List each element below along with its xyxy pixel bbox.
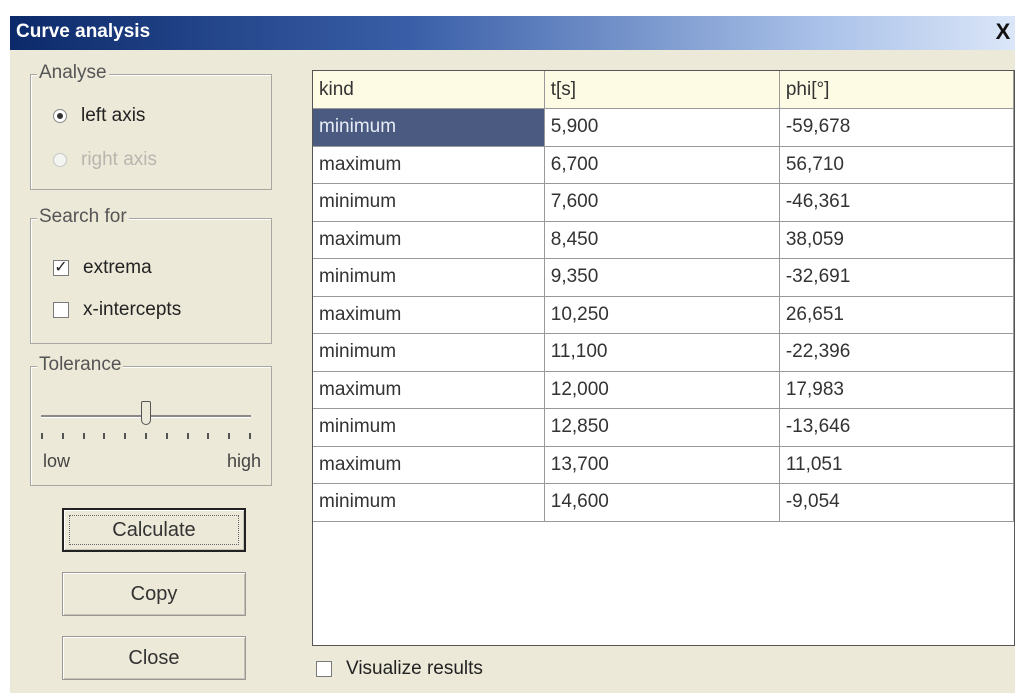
table-cell[interactable]: -22,396 bbox=[779, 333, 1014, 372]
tolerance-low-label: low bbox=[43, 451, 71, 471]
table-cell[interactable]: 11,051 bbox=[779, 446, 1014, 484]
table-row[interactable]: minimum 9,350 -32,691 bbox=[313, 258, 1014, 297]
table-cell[interactable]: minimum bbox=[313, 108, 545, 147]
checkbox-extrema-box[interactable]: ✓ bbox=[53, 260, 69, 276]
table-row[interactable]: minimum 14,600 -9,054 bbox=[313, 483, 1014, 522]
table-cell[interactable]: minimum bbox=[313, 483, 545, 522]
table-cell[interactable]: 8,450 bbox=[544, 221, 780, 259]
radio-right-axis-label: right axis bbox=[81, 149, 158, 170]
table-cell[interactable]: maximum bbox=[313, 371, 545, 409]
tick bbox=[248, 433, 251, 439]
tick bbox=[144, 433, 147, 439]
header-row: kind t[s] phi[°] bbox=[313, 71, 1014, 109]
checkbox-extrema-label: extrema bbox=[83, 257, 152, 278]
close-icon[interactable]: X bbox=[988, 18, 1015, 46]
table-cell[interactable]: 11,100 bbox=[544, 333, 780, 372]
table-row[interactable]: maximum 8,450 38,059 bbox=[313, 221, 1014, 259]
table-cell[interactable]: 17,983 bbox=[779, 371, 1014, 409]
checkbox-x-intercepts-box[interactable] bbox=[53, 302, 69, 318]
radio-right-axis-indicator bbox=[53, 153, 67, 167]
table-cell[interactable]: 12,850 bbox=[544, 408, 780, 447]
tick bbox=[165, 433, 168, 439]
tolerance-ticks bbox=[41, 433, 251, 439]
tick bbox=[186, 433, 189, 439]
table-row[interactable]: maximum 6,700 56,710 bbox=[313, 146, 1014, 184]
column-header-phi[interactable]: phi[°] bbox=[779, 71, 1014, 109]
checkbox-visualize-results[interactable]: Visualize results bbox=[316, 658, 483, 680]
table-cell[interactable]: minimum bbox=[313, 258, 545, 297]
search-for-group: Search for ✓ extrema x-intercepts bbox=[30, 206, 272, 344]
checkbox-visualize-results-box[interactable] bbox=[316, 661, 332, 677]
table-cell[interactable]: 13,700 bbox=[544, 446, 780, 484]
table-cell[interactable]: minimum bbox=[313, 408, 545, 447]
table-cell[interactable]: maximum bbox=[313, 146, 545, 184]
tick bbox=[228, 433, 231, 439]
tick bbox=[41, 433, 43, 439]
table-cell[interactable]: -59,678 bbox=[779, 108, 1014, 147]
table-row[interactable]: maximum 12,000 17,983 bbox=[313, 371, 1014, 409]
table-cell[interactable]: -9,054 bbox=[779, 483, 1014, 522]
column-header-kind[interactable]: kind bbox=[313, 71, 545, 109]
table-cell[interactable]: 10,250 bbox=[544, 296, 780, 334]
checkbox-extrema[interactable]: ✓ extrema bbox=[53, 257, 152, 279]
checkbox-visualize-results-label: Visualize results bbox=[346, 658, 483, 679]
table-cell[interactable]: maximum bbox=[313, 221, 545, 259]
calculate-button[interactable]: Calculate bbox=[62, 508, 246, 552]
analyse-group-label: Analyse bbox=[37, 62, 109, 84]
tick bbox=[61, 433, 64, 439]
table-cell[interactable]: maximum bbox=[313, 446, 545, 484]
search-for-group-label: Search for bbox=[37, 206, 129, 228]
table-cell[interactable]: -32,691 bbox=[779, 258, 1014, 297]
tolerance-slider-thumb[interactable] bbox=[141, 401, 151, 425]
table-cell[interactable]: -13,646 bbox=[779, 408, 1014, 447]
table-row[interactable]: maximum 13,700 11,051 bbox=[313, 446, 1014, 484]
tick bbox=[103, 433, 106, 439]
column-header-t[interactable]: t[s] bbox=[544, 71, 780, 109]
checkbox-x-intercepts-label: x-intercepts bbox=[83, 299, 182, 320]
results-grid[interactable]: kind t[s] phi[°] minimum 5,900 -59,678 m… bbox=[312, 70, 1015, 646]
table-cell[interactable]: 6,700 bbox=[544, 146, 780, 184]
radio-left-axis-indicator[interactable] bbox=[53, 109, 67, 123]
table-cell[interactable]: 9,350 bbox=[544, 258, 780, 297]
tolerance-group-label: Tolerance bbox=[37, 354, 124, 376]
tolerance-group: Tolerance low high bbox=[30, 354, 272, 486]
table-cell[interactable]: 5,900 bbox=[544, 108, 780, 147]
table-row[interactable]: minimum 12,850 -13,646 bbox=[313, 408, 1014, 447]
analyse-group: Analyse left axis right axis bbox=[30, 62, 272, 190]
table-cell[interactable]: 7,600 bbox=[544, 183, 780, 222]
table-cell[interactable]: 14,600 bbox=[544, 483, 780, 522]
table-cell[interactable]: 56,710 bbox=[779, 146, 1014, 184]
table-row[interactable]: maximum 10,250 26,651 bbox=[313, 296, 1014, 334]
table-row[interactable]: minimum 5,900 -59,678 bbox=[313, 108, 1014, 147]
radio-right-axis: right axis bbox=[53, 149, 157, 171]
table-cell[interactable]: 38,059 bbox=[779, 221, 1014, 259]
results-table: kind t[s] phi[°] minimum 5,900 -59,678 m… bbox=[313, 71, 1014, 522]
copy-button[interactable]: Copy bbox=[62, 572, 246, 616]
window-title: Curve analysis bbox=[16, 21, 151, 42]
tick bbox=[82, 433, 85, 439]
table-cell[interactable]: 26,651 bbox=[779, 296, 1014, 334]
table-row[interactable]: minimum 7,600 -46,361 bbox=[313, 183, 1014, 222]
radio-left-axis-label: left axis bbox=[81, 105, 146, 126]
title-bar[interactable]: Curve analysis X bbox=[10, 16, 1015, 50]
table-cell[interactable]: minimum bbox=[313, 333, 545, 372]
curve-analysis-dialog: Curve analysis X Analyse left axis right… bbox=[10, 16, 1015, 693]
close-button[interactable]: Close bbox=[62, 636, 246, 680]
tolerance-high-label: high bbox=[226, 451, 261, 471]
table-row[interactable]: minimum 11,100 -22,396 bbox=[313, 333, 1014, 372]
table-cell[interactable]: maximum bbox=[313, 296, 545, 334]
tick bbox=[124, 433, 127, 439]
radio-left-axis[interactable]: left axis bbox=[53, 105, 145, 127]
table-cell[interactable]: minimum bbox=[313, 183, 545, 222]
tick bbox=[207, 433, 210, 439]
table-cell[interactable]: 12,000 bbox=[544, 371, 780, 409]
table-cell[interactable]: -46,361 bbox=[779, 183, 1014, 222]
checkbox-x-intercepts[interactable]: x-intercepts bbox=[53, 299, 181, 321]
